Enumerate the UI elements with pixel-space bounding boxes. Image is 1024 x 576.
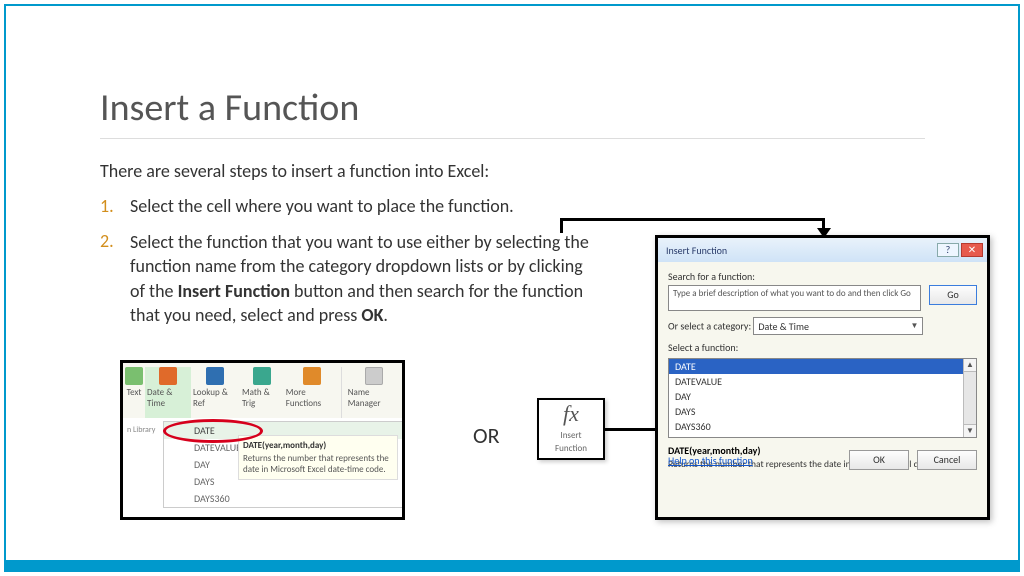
ribbon-group-math[interactable]: Math & Trig <box>240 367 284 418</box>
calendar-icon <box>159 367 177 385</box>
ribbon-group-text[interactable]: Text <box>123 367 145 418</box>
dropdown-item-4[interactable]: DAYS360 <box>164 490 402 507</box>
category-value: Date & Time <box>758 320 809 333</box>
ribbon-name-label: Name Manager <box>348 387 400 409</box>
ribbon-more-label: More Functions <box>286 387 339 409</box>
ribbon-text-label: Text <box>127 387 142 398</box>
connector-top-horiz <box>560 218 825 221</box>
tooltip-description: Returns the number that represents the d… <box>243 453 389 475</box>
step-2-span-e: . <box>383 304 388 326</box>
ribbon-date-label: Date & Time <box>147 387 189 409</box>
step-2-text: Select the function that you want to use… <box>130 230 590 327</box>
ribbon-math-label: Math & Trig <box>242 387 282 409</box>
page-title: Insert a Function <box>100 85 359 131</box>
ribbon-group-more[interactable]: More Functions <box>284 367 341 418</box>
dialog-title: Insert Function <box>666 244 727 257</box>
search-input[interactable]: Type a brief description of what you wan… <box>668 285 921 311</box>
tag-icon <box>365 367 383 385</box>
function-item-selected[interactable]: DATE <box>669 359 976 374</box>
step-2-number: 2. <box>100 230 114 252</box>
step-2-bold-insert-function: Insert Function <box>178 280 290 302</box>
fx-label-2: Function <box>539 443 603 454</box>
tooltip-signature: DATE(year,month,day) <box>243 440 393 451</box>
help-link[interactable]: Help on this function <box>668 454 753 467</box>
scrollbar[interactable]: ▲ ▼ <box>963 359 976 437</box>
search-label: Search for a function: <box>668 270 977 283</box>
step-1-text: Select the cell where you want to place … <box>130 195 514 217</box>
scroll-down-icon[interactable]: ▼ <box>964 424 976 437</box>
chevron-down-icon: ▼ <box>910 321 918 331</box>
text-icon <box>125 367 143 385</box>
step-2-bold-ok: OK <box>361 304 383 326</box>
ribbon-group-name-manager[interactable]: Name Manager <box>341 367 402 418</box>
ribbon-screenshot: Text Date & Time Lookup & Ref Math & Tri… <box>120 360 405 520</box>
theta-icon <box>253 367 271 385</box>
ribbon-group-lookup[interactable]: Lookup & Ref <box>191 367 240 418</box>
close-button[interactable]: ✕ <box>961 243 983 257</box>
function-item[interactable]: DAY <box>669 389 976 404</box>
fx-label-1: Insert <box>539 430 603 441</box>
select-function-label: Select a function: <box>668 341 977 354</box>
category-label: Or select a category: <box>668 320 751 333</box>
dialog-titlebar[interactable]: Insert Function ? ✕ <box>658 238 987 262</box>
function-item[interactable]: DAYS <box>669 404 976 419</box>
slide-bottom-bar <box>4 560 1020 572</box>
insert-function-dialog: Insert Function ? ✕ Search for a functio… <box>655 235 990 520</box>
ribbon-row: Text Date & Time Lookup & Ref Math & Tri… <box>123 363 402 418</box>
ok-button[interactable]: OK <box>849 450 909 470</box>
more-icon <box>303 367 321 385</box>
go-button[interactable]: Go <box>929 285 977 305</box>
help-button[interactable]: ? <box>937 243 959 257</box>
annotation-ellipse <box>163 419 263 443</box>
cancel-button[interactable]: Cancel <box>917 450 977 470</box>
function-tooltip: DATE(year,month,day) Returns the number … <box>238 435 398 480</box>
step-1-number: 1. <box>100 195 114 217</box>
lookup-icon <box>206 367 224 385</box>
scroll-up-icon[interactable]: ▲ <box>964 359 976 372</box>
function-listbox[interactable]: DATE DATEVALUE DAY DAYS DAYS360 EDATE EO… <box>668 358 977 438</box>
or-label: OR <box>473 422 500 449</box>
intro-text: There are several steps to insert a func… <box>100 160 489 182</box>
category-select[interactable]: Date & Time ▼ <box>753 317 923 335</box>
fx-icon: fx <box>539 400 603 428</box>
ribbon-group-date[interactable]: Date & Time <box>145 367 191 418</box>
function-item[interactable]: EDATE <box>669 434 976 438</box>
function-item[interactable]: DAYS360 <box>669 419 976 434</box>
connector-top-stub <box>560 218 563 233</box>
function-item[interactable]: DATEVALUE <box>669 374 976 389</box>
ribbon-library-label: n Library <box>123 425 155 435</box>
title-rule <box>100 138 925 139</box>
dialog-body: Search for a function: Type a brief desc… <box>658 262 987 478</box>
ribbon-lookup-label: Lookup & Ref <box>193 387 238 409</box>
connector-horiz <box>605 428 655 431</box>
insert-function-button[interactable]: fx Insert Function <box>537 398 605 460</box>
